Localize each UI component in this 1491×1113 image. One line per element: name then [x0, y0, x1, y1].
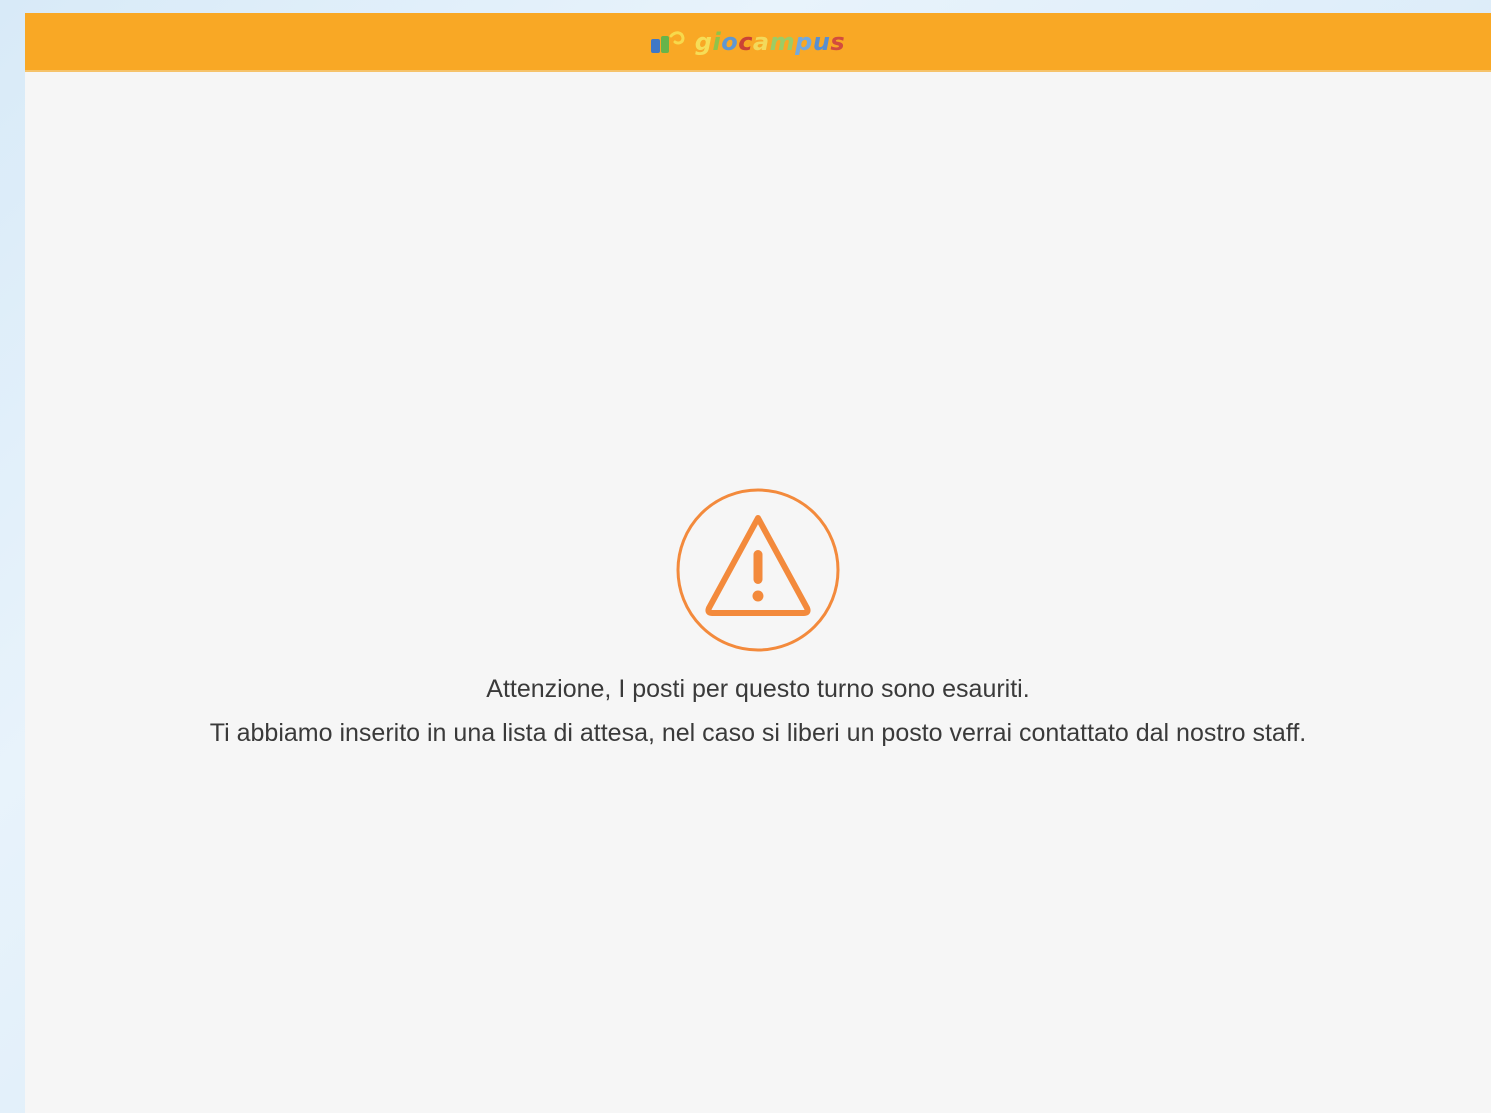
- warning-icon: [675, 487, 841, 653]
- logo-letter: s: [830, 27, 846, 56]
- logo-letter: c: [738, 27, 753, 56]
- giocampus-logo[interactable]: g i o c a m p u s: [649, 28, 845, 56]
- alert-message-title: Attenzione, I posti per questo turno son…: [486, 675, 1030, 703]
- alert-content: Attenzione, I posti per questo turno son…: [25, 487, 1491, 755]
- logo-letter: g: [694, 27, 713, 56]
- app-frame: g i o c a m p u s Attenzione, I posti pe…: [25, 13, 1491, 1113]
- giocampus-logo-icon: [650, 30, 685, 53]
- giocampus-logo-text: g i o c a m p u s: [695, 28, 845, 56]
- logo-letter: m: [769, 27, 796, 56]
- logo-letter: o: [721, 27, 739, 56]
- alert-message-detail: Ti abbiamo inserito in una lista di atte…: [209, 719, 1307, 747]
- logo-letter: u: [812, 27, 831, 56]
- top-bar: g i o c a m p u s: [25, 13, 1491, 72]
- logo-letter: a: [752, 27, 770, 56]
- logo-letter: p: [795, 27, 813, 56]
- logo-letter: i: [712, 27, 722, 56]
